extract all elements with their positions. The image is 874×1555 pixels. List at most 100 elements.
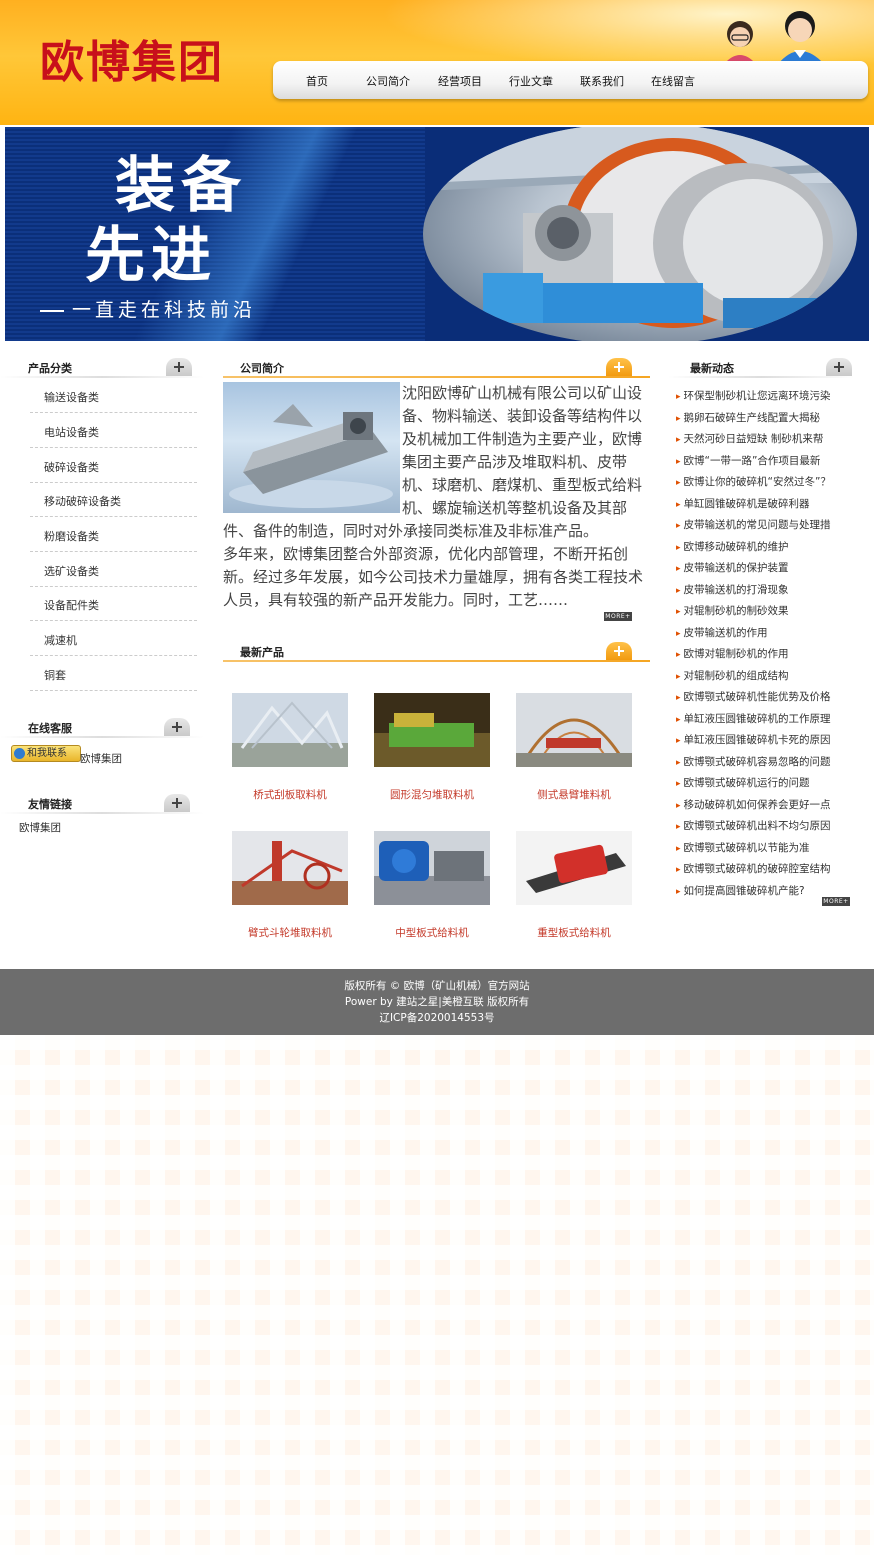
nav-articles[interactable]: 行业文章 <box>509 73 553 89</box>
arrow-icon: ▸ <box>676 714 681 725</box>
news-item[interactable]: ▸ 单缸液压圆锥破碎机的工作原理 <box>676 711 856 726</box>
product-name[interactable]: 中型板式给料机 <box>354 925 510 940</box>
news-item-label: 欧博对辊制砂机的作用 <box>683 648 789 660</box>
arrow-icon: ▸ <box>676 736 681 746</box>
category-item[interactable]: 粉磨设备类 <box>44 528 199 544</box>
news-item[interactable]: ▸ 对辊制砂机的制砂效果 <box>676 603 856 618</box>
news-item-label: 皮带输送机的作用 <box>683 626 768 639</box>
news-item-label: 皮带输送机的常见问题与处理措 <box>683 519 831 531</box>
nav-business[interactable]: 经营项目 <box>438 73 482 89</box>
arrow-icon: ▸ <box>676 585 681 596</box>
news-item[interactable]: ▸ 欧博颚式破碎机容易忽略的问题 <box>676 754 856 769</box>
news-item[interactable]: ▸ 皮带输送机的常见问题与处理措 <box>676 517 856 532</box>
news-item[interactable]: ▸ 欧博颚式破碎机运行的问题 <box>676 775 856 790</box>
category-item[interactable]: 电站设备类 <box>44 424 199 440</box>
news-item-label: 欧博“一带一路”合作项目最新 <box>683 454 821 467</box>
product-card[interactable]: 重型板式给料机 <box>516 831 632 939</box>
news-item-label: 欧博让你的破碎机“安然过冬”？ <box>683 476 831 488</box>
product-card[interactable]: 中型板式给料机 <box>374 831 490 939</box>
product-card[interactable]: 侧式悬臂堆料机 <box>516 693 632 801</box>
friend-link[interactable]: 欧博集团 <box>19 820 61 835</box>
site-logo[interactable]: 欧博集团 <box>40 26 224 90</box>
news-item[interactable]: ▸ 欧博“一带一路”合作项目最新 <box>676 453 856 468</box>
news-item[interactable]: ▸ 欧博颚式破碎机出料不均匀原因 <box>676 818 856 833</box>
news-item[interactable]: ▸ 移动破碎机如何保养会更好一点 <box>676 797 856 812</box>
product-name[interactable]: 圆形混匀堆取料机 <box>354 787 510 802</box>
product-card[interactable]: 圆形混匀堆取料机 <box>374 693 490 801</box>
news-item-label: 欧博颚式破碎机的破碎腔室结构 <box>683 863 831 875</box>
news-item[interactable]: ▸ 皮带输送机的保护装置 <box>676 560 856 575</box>
news-item[interactable]: ▸ 欧博颚式破碎机的破碎腔室结构 <box>676 861 856 876</box>
news-item-label: 天然河砂日益短缺 制砂机来帮 <box>683 433 824 445</box>
news-item[interactable]: ▸ 如何提高圆锥破碎机产能? <box>676 883 856 898</box>
category-item[interactable]: 移动破碎设备类 <box>44 493 199 509</box>
product-name[interactable]: 重型板式给料机 <box>496 925 652 940</box>
arrow-icon: ▸ <box>676 628 681 639</box>
product-image <box>374 831 490 905</box>
arrow-icon: ▸ <box>676 800 681 811</box>
product-image <box>232 693 348 767</box>
links-title: 友情链接 <box>28 798 72 811</box>
category-item[interactable]: 选矿设备类 <box>44 563 199 579</box>
ball-mill-drawing <box>423 127 857 328</box>
news-item[interactable]: ▸ 皮带输送机的作用 <box>676 625 856 640</box>
site-footer: 版权所有 © 欧博（矿山机械）官方网站 Power by 建站之星|美橙互联 版… <box>0 969 874 1035</box>
news-item[interactable]: ▸ 欧博对辊制砂机的作用 <box>676 646 856 661</box>
footer-icp[interactable]: 辽ICP备2020014553号 <box>0 1010 874 1026</box>
service-title: 在线客服 <box>28 722 72 735</box>
main-nav: 首页 公司简介 经营项目 行业文章 联系我们 在线留言 <box>273 61 868 99</box>
product-card[interactable]: 臂式斗轮堆取料机 <box>232 831 348 939</box>
category-item[interactable]: 破碎设备类 <box>44 459 199 475</box>
news-more-button[interactable]: MORE+ <box>822 897 850 906</box>
intro-text-2: 多年来，欧博集团整合外部资源，优化内部管理，不断开拓创新。经过多年发展，如今公司… <box>223 545 644 609</box>
service-header: 在线客服 <box>0 712 204 738</box>
news-item[interactable]: ▸ 皮带输送机的打滑现象 <box>676 582 856 597</box>
products-title: 最新产品 <box>240 646 284 659</box>
nav-about[interactable]: 公司简介 <box>366 73 410 89</box>
news-header: 最新动态 <box>668 352 854 378</box>
nav-home[interactable]: 首页 <box>306 73 328 89</box>
contact-badge[interactable]: 和我联系 <box>11 745 81 762</box>
categories-plus-icon[interactable] <box>166 358 192 376</box>
contact-badge-label: 和我联系 <box>27 748 67 759</box>
nav-message[interactable]: 在线留言 <box>651 73 695 89</box>
news-item[interactable]: ▸ 单缸圆锥破碎机是破碎利器 <box>676 496 856 511</box>
product-name[interactable]: 桥式刮板取料机 <box>212 787 368 802</box>
news-item[interactable]: ▸ 对辊制砂机的组成结构 <box>676 668 856 683</box>
links-plus-icon[interactable] <box>164 794 190 812</box>
news-item[interactable]: ▸ 单缸液压圆锥破碎机卡死的原因 <box>676 732 856 747</box>
nav-contact[interactable]: 联系我们 <box>580 73 624 89</box>
arrow-icon: ▸ <box>676 413 681 424</box>
news-item-label: 欧博颚式破碎机以节能为准 <box>683 841 810 854</box>
news-item-label: 单缸液压圆锥破碎机的工作原理 <box>683 712 831 725</box>
arrow-icon: ▸ <box>676 521 681 531</box>
news-item[interactable]: ▸ 欧博颚式破碎机以节能为准 <box>676 840 856 855</box>
category-item[interactable]: 输送设备类 <box>44 389 199 405</box>
category-item[interactable]: 设备配件类 <box>44 597 199 613</box>
category-item[interactable]: 减速机 <box>44 632 199 648</box>
news-item[interactable]: ▸ 欧博让你的破碎机“安然过冬”？ <box>676 474 856 489</box>
products-plus-icon[interactable] <box>606 642 632 660</box>
arrow-icon: ▸ <box>676 478 681 488</box>
news-item-label: 皮带输送机的打滑现象 <box>683 583 789 596</box>
intro-more-button[interactable]: MORE+ <box>604 612 632 621</box>
product-card[interactable]: 桥式刮板取料机 <box>232 693 348 801</box>
news-item[interactable]: ▸ 鹅卵石破碎生产线配置大揭秘 <box>676 410 856 425</box>
news-item[interactable]: ▸ 欧博颚式破碎机性能优势及价格 <box>676 689 856 704</box>
news-title: 最新动态 <box>690 362 734 375</box>
news-item[interactable]: ▸ 天然河砂日益短缺 制砂机来帮 <box>676 431 856 446</box>
site-header: 欧博集团 首页 公司简介 经营项目 行业文章 联系我们 在线留言 <box>0 0 874 125</box>
news-plus-icon[interactable] <box>826 358 852 376</box>
hero-banner: 装备 先进 一直走在科技前沿 <box>5 127 869 341</box>
news-item-label: 欧博颚式破碎机容易忽略的问题 <box>683 755 831 768</box>
banner-machine-image <box>423 127 857 341</box>
footer-powered[interactable]: Power by 建站之星|美橙互联 版权所有 <box>0 994 874 1010</box>
arrow-icon: ▸ <box>676 843 681 854</box>
product-name[interactable]: 侧式悬臂堆料机 <box>496 787 652 802</box>
category-item[interactable]: 铜套 <box>44 667 199 683</box>
service-plus-icon[interactable] <box>164 718 190 736</box>
product-name[interactable]: 臂式斗轮堆取料机 <box>212 925 368 940</box>
news-item[interactable]: ▸ 欧博移动破碎机的维护 <box>676 539 856 554</box>
intro-plus-icon[interactable] <box>606 358 632 376</box>
news-item[interactable]: ▸ 环保型制砂机让您远离环境污染 <box>676 388 856 403</box>
